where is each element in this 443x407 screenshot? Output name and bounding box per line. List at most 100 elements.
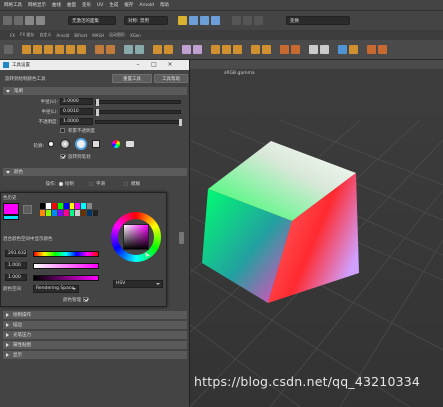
extrude-icon[interactable] <box>211 45 220 54</box>
current-color-swatch[interactable] <box>3 203 19 215</box>
history-color-swatch[interactable] <box>57 203 63 209</box>
reduce-icon[interactable] <box>193 45 202 54</box>
select-icon[interactable] <box>25 16 34 25</box>
smooth-radio[interactable] <box>89 182 93 186</box>
shelf-tab-arnold[interactable]: Arnold <box>56 33 69 38</box>
radius-u-thumb[interactable] <box>96 99 99 106</box>
shelf-menu-icon[interactable] <box>4 45 13 54</box>
history-icon[interactable] <box>232 16 241 25</box>
shelf-tab-fx[interactable]: FX <box>10 33 15 38</box>
loop-icon[interactable] <box>251 45 260 54</box>
radius-u-field[interactable]: 2.0000 <box>60 98 93 105</box>
platonic-icon[interactable] <box>106 45 115 54</box>
uv-icon[interactable] <box>280 45 289 54</box>
svg-icon[interactable] <box>124 45 133 54</box>
sculpt-icon[interactable] <box>338 45 347 54</box>
folder-icon[interactable] <box>126 141 134 147</box>
plane-icon[interactable] <box>77 45 86 54</box>
blur-radio[interactable] <box>124 182 128 186</box>
cone-icon[interactable] <box>55 45 64 54</box>
paint-icon[interactable] <box>367 45 376 54</box>
history-color-swatch[interactable] <box>63 203 69 209</box>
opacity-field[interactable]: 1.0000 <box>60 118 93 125</box>
hue-field[interactable]: 291.632 <box>5 250 27 257</box>
value-slider[interactable] <box>33 275 99 281</box>
bevel-icon[interactable] <box>233 45 242 54</box>
torus-icon[interactable] <box>66 45 75 54</box>
history-color-swatch[interactable] <box>45 210 51 216</box>
menu-curves[interactable]: 曲线 <box>52 2 61 8</box>
tool-settings-titlebar[interactable]: 工具设置 – □ × <box>0 60 189 70</box>
history-color-swatch[interactable] <box>63 210 69 216</box>
maximize-icon[interactable]: □ <box>148 60 160 70</box>
profile-soft-icon[interactable] <box>60 139 70 149</box>
snap-grid-icon[interactable] <box>189 16 198 25</box>
merge-icon[interactable] <box>309 45 318 54</box>
profile-square-icon[interactable] <box>92 140 100 148</box>
history-color-swatch[interactable] <box>75 203 81 209</box>
history-color-swatch[interactable] <box>81 210 87 216</box>
section-stylus[interactable]: 光笔压力 <box>3 331 187 339</box>
shelf-tab-xgen[interactable]: XGen <box>130 33 141 38</box>
reset-tool-button[interactable]: 重置工具 <box>112 74 152 83</box>
mirror-icon[interactable] <box>349 45 358 54</box>
history-color-swatch[interactable] <box>45 203 51 209</box>
tool-help-button[interactable]: 工具帮助 <box>154 74 188 83</box>
magnet-icon[interactable] <box>178 16 187 25</box>
shelf-tab-mash[interactable]: MASH <box>92 33 104 38</box>
cylinder-icon[interactable] <box>44 45 53 54</box>
history-color-swatch[interactable] <box>87 203 93 209</box>
section-paint-ops[interactable]: 绘制操作 <box>3 311 187 319</box>
menu-mesh-tools[interactable]: 网格工具 <box>4 2 22 8</box>
ipr-icon[interactable] <box>254 16 263 25</box>
section-display[interactable]: 显示 <box>3 351 187 359</box>
panel-scrollbar[interactable] <box>179 232 184 244</box>
shelf-tab-bifrost[interactable]: Bifrost <box>74 33 87 38</box>
fill-hole-icon[interactable] <box>320 45 329 54</box>
profile-solid-circle-icon[interactable] <box>75 138 87 150</box>
section-color[interactable]: 颜色 <box>3 168 187 176</box>
history-color-swatch[interactable] <box>51 203 57 209</box>
rotate-to-stroke-checkbox[interactable] <box>60 154 65 159</box>
history-color-swatch[interactable] <box>51 210 57 216</box>
lasso-icon[interactable] <box>36 16 45 25</box>
saturation-field[interactable]: 1.000 <box>5 262 27 269</box>
accumulate-opacity-checkbox[interactable] <box>60 128 65 133</box>
hue-slider[interactable] <box>33 251 99 257</box>
render-icon[interactable] <box>243 16 252 25</box>
history-color-swatch[interactable] <box>57 210 63 216</box>
profile-radio-icon[interactable] <box>48 141 54 147</box>
eyedropper-icon[interactable] <box>23 205 32 214</box>
minimize-icon[interactable]: – <box>132 60 144 70</box>
shelf-tab-custom[interactable]: 自定义 <box>39 32 51 38</box>
history-color-swatch[interactable] <box>87 210 93 216</box>
symmetry-dropdown[interactable]: 对称: 禁用 <box>124 16 168 25</box>
section-attr-maps[interactable]: 属性贴图 <box>3 341 187 349</box>
shelf-tab-fx-cache[interactable]: FX 缓存 <box>20 32 34 38</box>
sv-square[interactable] <box>123 224 149 250</box>
menu-cache[interactable]: 缓存 <box>124 2 133 8</box>
color-mode-dropdown[interactable]: HSV <box>113 280 163 288</box>
faceset-dropdown[interactable]: 无激活的面集 <box>68 16 116 25</box>
radius-l-field[interactable]: 0.0010 <box>60 108 93 115</box>
smooth-icon[interactable] <box>182 45 191 54</box>
history-color-swatch[interactable] <box>40 203 45 209</box>
history-color-swatch[interactable] <box>69 203 75 209</box>
color-managed-checkbox[interactable] <box>83 297 88 302</box>
opacity-slider[interactable] <box>95 119 182 126</box>
history-color-swatch[interactable] <box>81 203 87 209</box>
sphere-icon[interactable] <box>22 45 31 54</box>
color-history-grid[interactable] <box>40 203 98 216</box>
menu-generate[interactable]: 生成 <box>109 2 118 8</box>
value-field[interactable]: 1.000 <box>5 274 27 281</box>
section-brush[interactable]: 笔刷 <box>3 87 187 95</box>
transform-dropdown[interactable]: 变换 <box>286 16 350 25</box>
paint-radio[interactable] <box>59 182 63 186</box>
history-color-swatch[interactable] <box>93 203 98 209</box>
opacity-thumb[interactable] <box>179 119 182 126</box>
history-color-swatch[interactable] <box>40 210 45 216</box>
color-space-dropdown[interactable]: Rendering Space <box>33 285 79 293</box>
radius-l-thumb[interactable] <box>96 109 99 116</box>
cube-icon[interactable] <box>33 45 42 54</box>
uv-editor-icon[interactable] <box>291 45 300 54</box>
